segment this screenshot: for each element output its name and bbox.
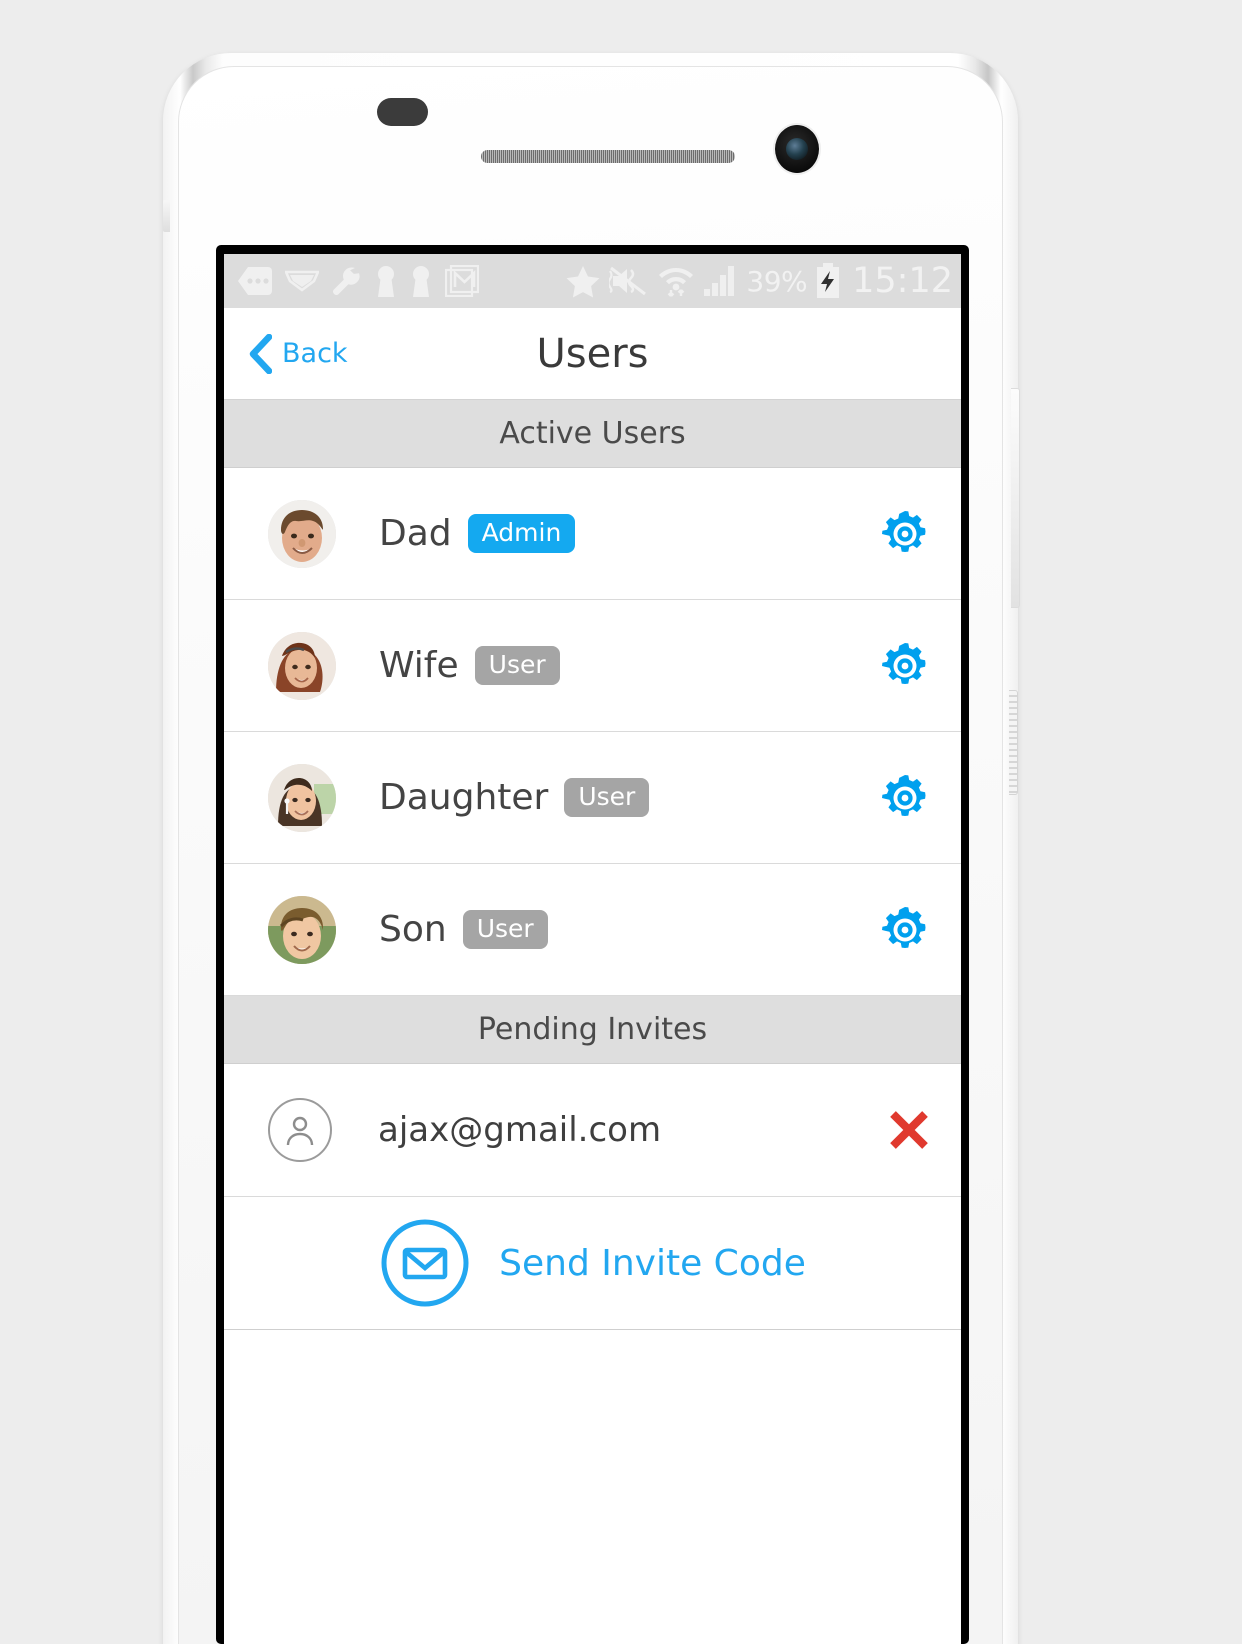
earpiece-speaker-icon [481,150,735,163]
envelope-circle-icon [381,1219,469,1307]
user-name: Dad [379,513,452,554]
gear-icon[interactable] [877,770,933,826]
wife-photo [268,631,336,700]
daughter-photo [268,763,336,832]
status-badge: User [462,910,548,949]
sd-card-icon [238,267,272,295]
table-row[interactable]: Wife User [224,600,961,732]
charging-bolt-icon [817,263,840,298]
status-bar-left-icons [238,265,479,297]
left-side-button[interactable] [163,200,170,232]
status-badge: User [564,778,650,817]
back-button[interactable]: Back [224,333,348,374]
person-outline-icon [268,1098,332,1162]
volume-rocker-button[interactable] [1011,388,1020,608]
mute-vibrate-icon [609,266,647,296]
status-badge: Admin [467,514,576,553]
gear-icon[interactable] [877,506,933,562]
front-camera-lens [786,138,808,160]
proximity-sensor-icon [377,98,428,126]
chevron-badge-icon [285,270,319,292]
list-item[interactable]: ajax@gmail.com [224,1064,961,1197]
send-invite-code-label: Send Invite Code [499,1242,806,1284]
user-name: Daughter [379,777,549,818]
star-icon [566,265,600,297]
gmail-icon [445,265,479,297]
wrench-icon [332,267,360,296]
send-invite-code-button[interactable]: Send Invite Code [224,1197,961,1330]
phone-screen: 39% 15:12 Back Users Active Users Dad Ad… [224,254,961,1644]
row-content: Son User [379,909,877,950]
navigation-bar: Back Users [224,308,961,400]
table-row[interactable]: Son User [224,864,961,996]
status-badge: User [474,646,560,685]
screen-content: Active Users Dad Admin Wife User Daughte… [224,400,961,1644]
red-x-icon[interactable] [885,1106,933,1154]
back-button-label: Back [282,338,348,369]
power-button[interactable] [1009,690,1018,795]
empty-list-area [224,1330,961,1644]
son-photo [268,895,336,964]
cell-signal-icon [704,266,735,296]
dad-photo [268,499,336,568]
row-content: Wife User [379,645,877,686]
keyhole-person-icon [413,266,429,297]
status-bar-right-icons: 39% 15:12 [566,261,953,301]
status-bar: 39% 15:12 [224,254,961,308]
gear-icon[interactable] [877,638,933,694]
battery-percent-label: 39% [746,264,808,298]
gear-icon[interactable] [877,902,933,958]
wifi-icon [659,268,694,297]
table-row[interactable]: Daughter User [224,732,961,864]
status-clock: 15:12 [852,261,953,301]
avatar [268,631,336,700]
table-row[interactable]: Dad Admin [224,468,961,600]
chevron-left-icon [249,333,272,374]
avatar [268,763,336,832]
user-name: Son [379,909,447,950]
avatar [268,895,336,964]
section-header-active-users: Active Users [224,400,961,468]
user-name: Wife [379,645,459,686]
row-content: Dad Admin [379,513,877,554]
row-content: Daughter User [379,777,877,818]
keyhole-person-icon [378,266,394,297]
section-header-pending-invites: Pending Invites [224,996,961,1064]
invite-email: ajax@gmail.com [378,1110,662,1150]
avatar [268,499,336,568]
screenshot-root: 39% 15:12 Back Users Active Users Dad Ad… [0,0,1242,1644]
